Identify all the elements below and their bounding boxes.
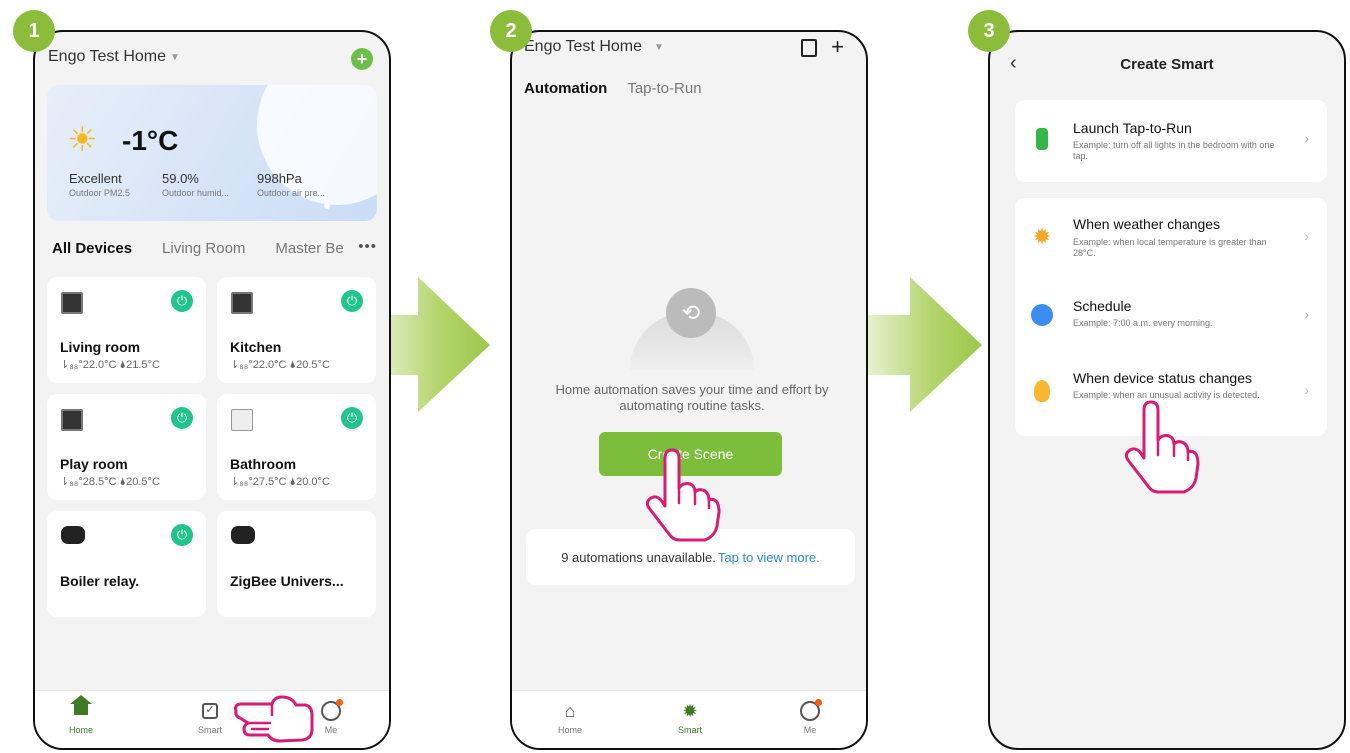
header-actions: + (801, 34, 844, 60)
plus-circle-icon[interactable]: + (351, 48, 373, 70)
tab-tap-to-run[interactable]: Tap-to-Run (627, 80, 701, 97)
more-icon[interactable]: ••• (358, 238, 377, 255)
tap-to-run-card: Launch Tap-to-Run Example: turn off all … (1015, 100, 1327, 182)
sun-icon: ☀ (67, 121, 98, 159)
device-name: Boiler relay. (60, 573, 140, 589)
home-name: Engo Test Home (48, 48, 166, 65)
tab-home[interactable]: ⌂ Home (540, 699, 600, 736)
caret-down-icon: ▼ (654, 41, 664, 53)
plus-icon[interactable]: + (831, 34, 844, 60)
device-status: ⇂₈₈°22.0°C 🌢20.5°C (230, 359, 330, 371)
thermostat-icon (231, 409, 253, 431)
tab-all-devices[interactable]: All Devices (52, 240, 132, 257)
device-status: ⇂₈₈°27.5°C 🌢20.0°C (230, 476, 330, 488)
pointing-hand-icon (234, 695, 314, 743)
automation-cycle-icon: ⟲ (666, 288, 716, 338)
tab-smart[interactable]: ✓ Smart (180, 699, 240, 735)
home-icon (70, 695, 92, 719)
tab-home[interactable]: Home (51, 695, 111, 735)
thermostat-icon (231, 292, 253, 314)
device-card[interactable]: ⏻ Kitchen ⇂₈₈°22.0°C 🌢20.5°C (217, 277, 376, 383)
bottom-tab-bar: Home ✓ Smart Me (35, 690, 389, 748)
weather-stat-pressure: 998hPa Outdoor air pre... (257, 171, 326, 198)
power-icon[interactable]: ⏻ (171, 290, 193, 312)
relay-icon (61, 526, 85, 544)
pointing-hand-icon (1124, 400, 1200, 494)
tab-living-room[interactable]: Living Room (162, 240, 245, 257)
device-name: ZigBee Univers... (230, 573, 344, 589)
list-item[interactable]: Launch Tap-to-Run Example: turn off all … (1015, 100, 1327, 182)
chevron-right-icon: › (1304, 130, 1309, 146)
device-name: Living room (60, 339, 141, 355)
chevron-right-icon: › (1304, 382, 1309, 398)
step-badge-2: 2 (490, 10, 532, 52)
thermostat-icon (61, 409, 83, 431)
thermostat-icon (61, 292, 83, 314)
page-title: Create Smart (1120, 56, 1214, 73)
power-icon[interactable]: ⏻ (171, 524, 193, 546)
chevron-right-icon: › (1304, 228, 1309, 244)
step-badge-3: 3 (968, 10, 1010, 52)
profile-icon (800, 699, 822, 721)
checkbox-icon: ✓ (202, 703, 218, 719)
profile-icon (321, 699, 343, 721)
device-card[interactable]: ⏻ Play room ⇂₈₈°28.5°C 🌢20.5°C (47, 394, 206, 500)
device-status: ⇂₈₈°28.5°C 🌢20.5°C (60, 476, 160, 488)
clock-icon (1031, 304, 1053, 326)
device-status: ⇂₈₈°22.0°C 🌢21.5°C (60, 359, 160, 371)
bottom-tab-bar: ⌂ Home ✹ Smart Me (512, 690, 866, 748)
document-icon[interactable] (801, 39, 818, 57)
sun-icon: ✹ (1032, 224, 1052, 249)
home-selector[interactable]: Engo Test Home ▼ (524, 38, 664, 56)
weather-temperature: -1°C (122, 125, 179, 156)
sun-icon: ✹ (682, 700, 698, 721)
power-icon[interactable]: ⏻ (341, 407, 363, 429)
device-card[interactable]: ZigBee Univers... (217, 511, 376, 617)
phone-create-smart-screen: ‹ Create Smart Launch Tap-to-Run Example… (988, 30, 1346, 750)
empty-state-text: Home automation saves your time and effo… (555, 382, 829, 413)
device-name: Kitchen (230, 339, 282, 355)
pointing-hand-icon (645, 448, 721, 542)
home-outline-icon: ⌂ (564, 700, 576, 721)
bulb-icon (1034, 380, 1050, 402)
gateway-icon (231, 526, 255, 544)
device-name: Play room (60, 456, 128, 472)
step-badge-1: 1 (13, 10, 55, 52)
weather-card[interactable]: ☀ -1°C Excellent Outdoor PM2.5 59.0% Out… (47, 85, 377, 221)
view-more-link[interactable]: Tap to view more. (718, 550, 820, 565)
empty-state-illustration: ⟲ (630, 270, 754, 370)
smart-tabs: Automation Tap-to-Run (524, 80, 702, 97)
device-name: Bathroom (230, 456, 297, 472)
home-name: Engo Test Home (524, 38, 642, 55)
tap-finger-icon (1036, 128, 1048, 150)
tab-me[interactable]: Me (780, 699, 840, 735)
weather-stat-humidity: 59.0% Outdoor humid... (162, 171, 230, 198)
device-card[interactable]: ⏻ Living room ⇂₈₈°22.0°C 🌢21.5°C (47, 277, 206, 383)
tab-master-bedroom[interactable]: Master Be (275, 240, 343, 257)
room-tabs: All Devices Living Room Master Be ••• (52, 238, 377, 257)
device-card[interactable]: ⏻ Bathroom ⇂₈₈°27.5°C 🌢20.0°C (217, 394, 376, 500)
tab-smart[interactable]: ✹ Smart (660, 699, 720, 736)
home-selector[interactable]: Engo Test Home ▼ (48, 48, 180, 66)
list-item[interactable]: Schedule Example: 7:00 a.m. every mornin… (1015, 278, 1327, 356)
weather-stat-pm25: Excellent Outdoor PM2.5 (69, 171, 131, 198)
phone-home-screen: Engo Test Home ▼ + ☀ -1°C Excellent Outd… (33, 30, 391, 750)
power-icon[interactable]: ⏻ (171, 407, 193, 429)
caret-down-icon: ▼ (170, 51, 180, 63)
chevron-right-icon: › (1304, 306, 1309, 322)
phone-smart-screen: Engo Test Home ▼ + Automation Tap-to-Run… (510, 30, 868, 750)
list-item[interactable]: ✹ When weather changes Example: when loc… (1015, 198, 1327, 278)
step-arrow-right-icon (852, 277, 982, 412)
power-icon[interactable]: ⏻ (341, 290, 363, 312)
device-card[interactable]: ⏻ Boiler relay. (47, 511, 206, 617)
tab-automation[interactable]: Automation (524, 80, 607, 97)
